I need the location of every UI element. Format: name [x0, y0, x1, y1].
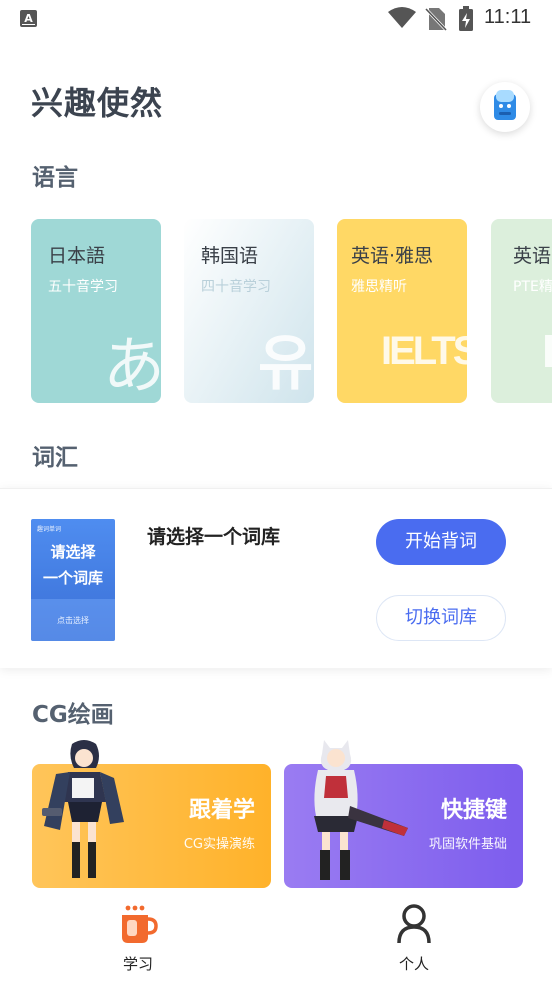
language-card-title: 日本語 — [48, 245, 106, 267]
nav-item-label: 个人 — [398, 955, 429, 973]
language-card-watermark: P — [541, 327, 552, 378]
page-title: 兴趣使然 — [31, 84, 164, 122]
status-time: 11:11 — [484, 6, 532, 28]
coffee-cup-icon — [122, 905, 158, 943]
book-footer: 点击选择 — [57, 616, 89, 625]
status-bar: A 11:11 — [0, 0, 552, 38]
a-icon: A — [20, 10, 37, 27]
vocab-selected-name: 请选择一个词库 — [147, 526, 281, 548]
language-card-title: 英语·雅思 — [351, 245, 434, 267]
vocab-panel: 趣词单词 请选择 一个词库 点击选择 请选择一个词库 开始背词 切换词库 — [0, 488, 552, 668]
cg-card-subtitle: 巩固软件基础 — [428, 837, 507, 852]
wifi-icon — [388, 7, 416, 28]
cg-card-follow[interactable]: 跟着学 CG实操演练 — [32, 740, 271, 888]
vocab-book-cover[interactable]: 趣词单词 请选择 一个词库 点击选择 — [31, 519, 115, 641]
language-card-subtitle: PTE精 — [513, 279, 552, 295]
nav-item-study[interactable]: 学习 — [78, 895, 198, 983]
battery-charging-icon — [459, 6, 473, 31]
cg-card-subtitle: CG实操演练 — [183, 837, 255, 852]
language-card-pte[interactable]: 英语 PTE精 P — [491, 219, 552, 403]
cg-card-title: 跟着学 — [188, 798, 255, 823]
section-title-language: 语言 — [32, 165, 78, 191]
cg-card-title: 快捷键 — [440, 798, 507, 823]
start-memorize-button[interactable]: 开始背词 — [376, 519, 506, 565]
character-illustration — [314, 740, 408, 880]
language-card-watermark: IELTS — [381, 329, 467, 373]
book-title-line2: 一个词库 — [42, 569, 103, 587]
language-card-subtitle: 五十音学习 — [48, 279, 118, 295]
person-icon — [397, 904, 431, 944]
section-title-vocab: 词汇 — [32, 445, 78, 471]
book-title-line1: 请选择 — [50, 543, 96, 561]
language-card-korean[interactable]: 韩国语 四十音学习 유 — [184, 219, 314, 403]
cg-card-shortcut[interactable]: 快捷键 巩固软件基础 — [284, 740, 523, 888]
language-card-japanese[interactable]: 日本語 五十音学习 あ — [31, 219, 161, 403]
no-sim-icon — [425, 7, 447, 31]
language-card-subtitle: 四十音学习 — [201, 279, 271, 295]
language-card-title: 韩国语 — [201, 245, 259, 267]
nav-item-profile[interactable]: 个人 — [354, 895, 474, 983]
bottom-nav: 学习 个人 — [0, 895, 552, 983]
mascot-icon — [494, 90, 516, 120]
switch-vocab-button[interactable]: 切换词库 — [376, 595, 506, 641]
language-card-title: 英语 — [513, 245, 552, 267]
book-publisher: 趣词单词 — [37, 526, 62, 533]
language-card-list[interactable]: 日本語 五十音学习 あ 韩国语 四十音学习 유 英语·雅思 雅思精听 IELTS… — [0, 219, 552, 404]
nav-item-label: 学习 — [122, 955, 153, 973]
language-card-ielts[interactable]: 英语·雅思 雅思精听 IELTS — [337, 219, 467, 403]
section-title-cg: CG绘画 — [32, 702, 114, 728]
language-card-subtitle: 雅思精听 — [351, 279, 407, 295]
language-card-watermark: あ — [103, 329, 161, 402]
avatar-button[interactable] — [480, 82, 530, 132]
character-illustration — [42, 740, 124, 878]
language-card-watermark: 유 — [258, 329, 314, 399]
